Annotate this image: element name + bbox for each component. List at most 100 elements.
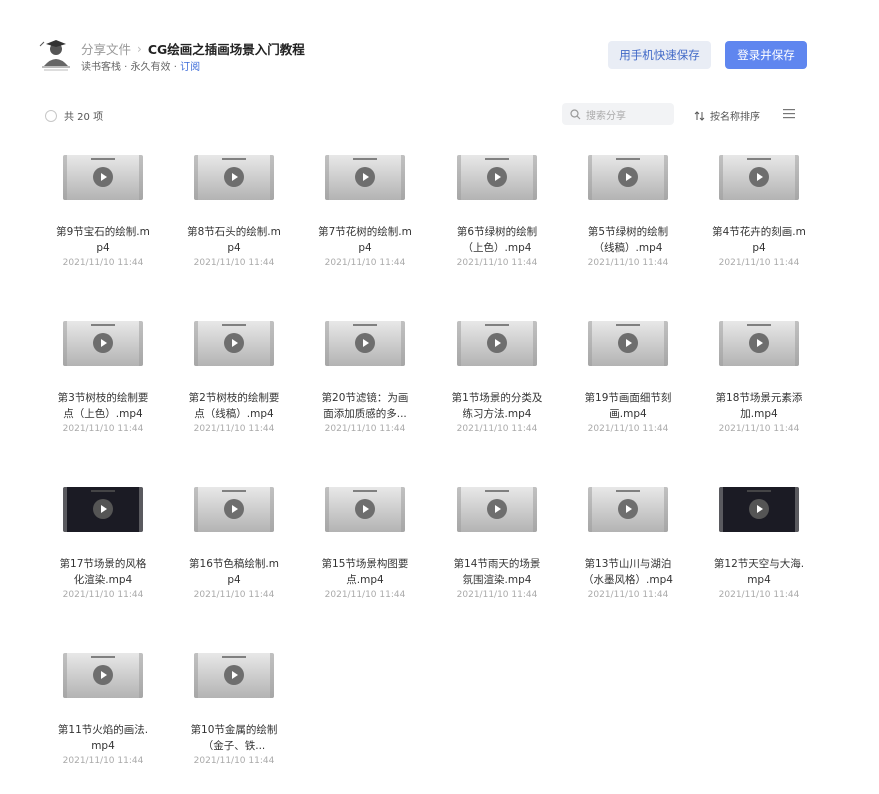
file-name[interactable]: 第7节花树的绘制.mp4 <box>310 224 420 256</box>
video-thumbnail[interactable] <box>588 155 668 200</box>
file-item[interactable]: 第13节山川与湖泊（水墨风格）.mp4 2021/11/10 11:44 <box>573 487 683 600</box>
file-name[interactable]: 第10节金属的绘制（金子、铁... <box>179 722 289 754</box>
play-icon <box>224 333 244 353</box>
item-count: 共 20 项 <box>64 112 104 123</box>
play-icon <box>618 499 638 519</box>
file-date: 2021/11/10 11:44 <box>62 756 144 766</box>
video-thumbnail[interactable] <box>588 321 668 366</box>
video-thumbnail[interactable] <box>63 653 143 698</box>
file-name[interactable]: 第15节场景构图要点.mp4 <box>310 556 420 588</box>
video-thumbnail[interactable] <box>719 155 799 200</box>
file-date: 2021/11/10 11:44 <box>193 590 275 600</box>
file-item[interactable]: 第9节宝石的绘制.mp4 2021/11/10 11:44 <box>48 155 158 268</box>
select-all[interactable]: 共 20 项 <box>45 108 103 123</box>
file-name[interactable]: 第4节花卉的刻画.mp4 <box>704 224 814 256</box>
play-icon <box>224 665 244 685</box>
file-item[interactable]: 第17节场景的风格化渲染.mp4 2021/11/10 11:44 <box>48 487 158 600</box>
login-save-button[interactable]: 登录并保存 <box>725 41 807 69</box>
video-thumbnail[interactable] <box>457 155 537 200</box>
breadcrumb-root[interactable]: 分享文件 <box>81 39 131 58</box>
file-item[interactable]: 第8节石头的绘制.mp4 2021/11/10 11:44 <box>179 155 289 268</box>
file-date: 2021/11/10 11:44 <box>62 258 144 268</box>
video-thumbnail[interactable] <box>194 487 274 532</box>
file-item[interactable]: 第11节火焰的画法.mp4 2021/11/10 11:44 <box>48 653 158 766</box>
file-date: 2021/11/10 11:44 <box>718 258 800 268</box>
file-item[interactable]: 第16节色稿绘制.mp4 2021/11/10 11:44 <box>179 487 289 600</box>
file-name[interactable]: 第13节山川与湖泊（水墨风格）.mp4 <box>573 556 683 588</box>
play-icon <box>93 665 113 685</box>
play-icon <box>93 167 113 187</box>
file-item[interactable]: 第3节树枝的绘制要点（上色）.mp4 2021/11/10 11:44 <box>48 321 158 434</box>
play-icon <box>224 167 244 187</box>
file-date: 2021/11/10 11:44 <box>62 424 144 434</box>
video-thumbnail[interactable] <box>63 487 143 532</box>
file-item[interactable]: 第2节树枝的绘制要点（线稿）.mp4 2021/11/10 11:44 <box>179 321 289 434</box>
video-thumbnail[interactable] <box>325 155 405 200</box>
video-thumbnail[interactable] <box>325 487 405 532</box>
file-name[interactable]: 第20节滤镜：为画面添加质感的多... <box>310 390 420 422</box>
file-name[interactable]: 第18节场景元素添加.mp4 <box>704 390 814 422</box>
file-name[interactable]: 第5节绿树的绘制（线稿）.mp4 <box>573 224 683 256</box>
file-name[interactable]: 第14节雨天的场景氛围渲染.mp4 <box>442 556 552 588</box>
file-name[interactable]: 第19节画面细节刻画.mp4 <box>573 390 683 422</box>
file-date: 2021/11/10 11:44 <box>456 258 538 268</box>
play-icon <box>749 167 769 187</box>
file-item[interactable]: 第6节绿树的绘制（上色）.mp4 2021/11/10 11:44 <box>442 155 552 268</box>
video-thumbnail[interactable] <box>719 321 799 366</box>
video-thumbnail[interactable] <box>457 321 537 366</box>
file-name[interactable]: 第12节天空与大海.mp4 <box>704 556 814 588</box>
video-thumbnail[interactable] <box>63 155 143 200</box>
file-date: 2021/11/10 11:44 <box>587 258 669 268</box>
file-name[interactable]: 第2节树枝的绘制要点（线稿）.mp4 <box>179 390 289 422</box>
file-item[interactable]: 第12节天空与大海.mp4 2021/11/10 11:44 <box>704 487 814 600</box>
file-item[interactable]: 第7节花树的绘制.mp4 2021/11/10 11:44 <box>310 155 420 268</box>
file-item[interactable]: 第18节场景元素添加.mp4 2021/11/10 11:44 <box>704 321 814 434</box>
file-name[interactable]: 第8节石头的绘制.mp4 <box>179 224 289 256</box>
video-thumbnail[interactable] <box>194 653 274 698</box>
file-name[interactable]: 第1节场景的分类及练习方法.mp4 <box>442 390 552 422</box>
file-name[interactable]: 第3节树枝的绘制要点（上色）.mp4 <box>48 390 158 422</box>
file-item[interactable]: 第19节画面细节刻画.mp4 2021/11/10 11:44 <box>573 321 683 434</box>
file-item[interactable]: 第20节滤镜：为画面添加质感的多... 2021/11/10 11:44 <box>310 321 420 434</box>
video-thumbnail[interactable] <box>457 487 537 532</box>
video-thumbnail[interactable] <box>719 487 799 532</box>
play-icon <box>355 333 375 353</box>
breadcrumb-separator: › <box>137 41 142 56</box>
file-name[interactable]: 第11节火焰的画法.mp4 <box>48 722 158 754</box>
sort-button[interactable]: 按名称排序 <box>694 108 760 123</box>
play-icon <box>749 499 769 519</box>
play-icon <box>618 167 638 187</box>
search-input[interactable]: 搜索分享 <box>562 103 674 125</box>
file-date: 2021/11/10 11:44 <box>324 590 406 600</box>
video-thumbnail[interactable] <box>194 155 274 200</box>
file-item[interactable]: 第15节场景构图要点.mp4 2021/11/10 11:44 <box>310 487 420 600</box>
play-icon <box>487 333 507 353</box>
video-thumbnail[interactable] <box>194 321 274 366</box>
subscribe-link[interactable]: 订阅 <box>180 62 200 73</box>
select-all-radio[interactable] <box>45 109 57 122</box>
file-item[interactable]: 第14节雨天的场景氛围渲染.mp4 2021/11/10 11:44 <box>442 487 552 600</box>
file-name[interactable]: 第6节绿树的绘制（上色）.mp4 <box>442 224 552 256</box>
list-view-icon[interactable] <box>783 108 795 119</box>
video-thumbnail[interactable] <box>325 321 405 366</box>
page-header: 分享文件 › CG绘画之插画场景入门教程 读书客栈 · 永久有效 · 订阅 用手… <box>0 0 879 90</box>
breadcrumb: 分享文件 › CG绘画之插画场景入门教程 <box>81 39 305 58</box>
sharer-avatar <box>39 40 70 71</box>
file-date: 2021/11/10 11:44 <box>62 590 144 600</box>
file-item[interactable]: 第10节金属的绘制（金子、铁... 2021/11/10 11:44 <box>179 653 289 766</box>
video-thumbnail[interactable] <box>588 487 668 532</box>
file-item[interactable]: 第1节场景的分类及练习方法.mp4 2021/11/10 11:44 <box>442 321 552 434</box>
file-name[interactable]: 第16节色稿绘制.mp4 <box>179 556 289 588</box>
search-placeholder: 搜索分享 <box>586 110 626 122</box>
mobile-save-button[interactable]: 用手机快速保存 <box>608 41 711 69</box>
share-meta-text: 读书客栈 · 永久有效 · <box>81 62 181 73</box>
file-name[interactable]: 第9节宝石的绘制.mp4 <box>48 224 158 256</box>
file-date: 2021/11/10 11:44 <box>718 424 800 434</box>
file-date: 2021/11/10 11:44 <box>456 590 538 600</box>
page-title: CG绘画之插画场景入门教程 <box>147 42 305 57</box>
file-name[interactable]: 第17节场景的风格化渲染.mp4 <box>48 556 158 588</box>
play-icon <box>355 167 375 187</box>
file-item[interactable]: 第4节花卉的刻画.mp4 2021/11/10 11:44 <box>704 155 814 268</box>
file-item[interactable]: 第5节绿树的绘制（线稿）.mp4 2021/11/10 11:44 <box>573 155 683 268</box>
video-thumbnail[interactable] <box>63 321 143 366</box>
